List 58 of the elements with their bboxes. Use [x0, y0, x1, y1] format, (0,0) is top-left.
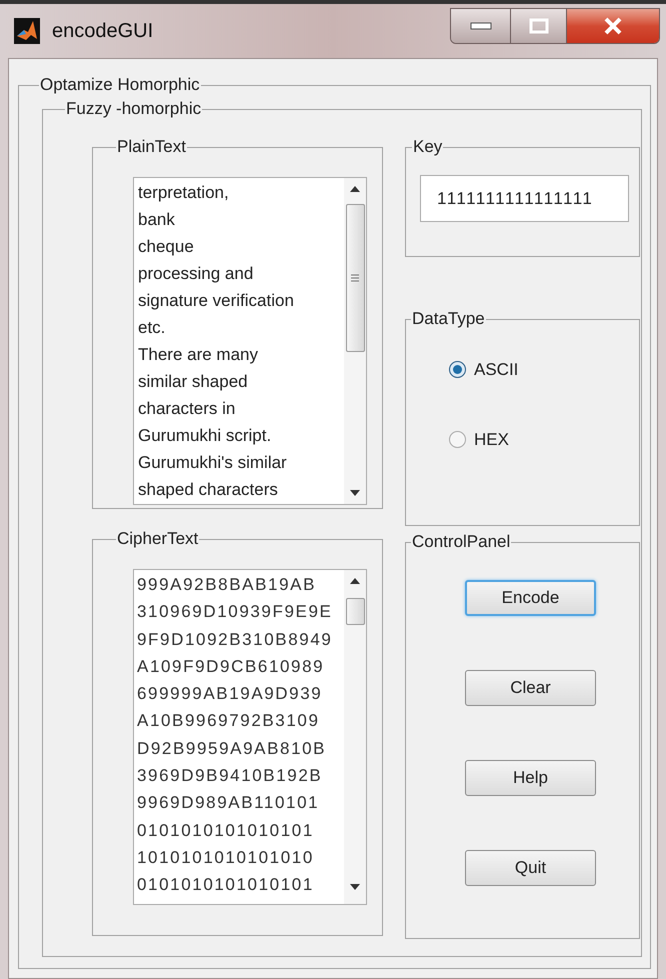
key-input[interactable]: 1111111111111111: [420, 175, 629, 222]
panel-title: PlainText: [116, 137, 187, 157]
list-line: 3969D9B9410B192B: [137, 765, 324, 788]
list-line: Gurumukhi's similar: [138, 452, 288, 474]
list-line: similar shaped: [138, 371, 249, 393]
list-line: terpretation,: [138, 182, 230, 204]
radio-label: ASCII: [474, 359, 518, 381]
list-line: 1010101010101010: [137, 846, 315, 869]
ciphertext-listbox[interactable]: [133, 569, 367, 905]
action-button[interactable]: Help: [465, 760, 596, 796]
scrollbar[interactable]: [344, 570, 366, 904]
radio-label: HEX: [474, 428, 509, 450]
close-button[interactable]: [567, 9, 659, 43]
list-line: characters in: [138, 398, 236, 420]
action-button[interactable]: Clear: [465, 670, 596, 706]
list-line: A109F9D9CB610989: [137, 656, 326, 678]
scroll-up-icon: [350, 186, 360, 192]
list-line: cheque: [138, 236, 195, 258]
action-button[interactable]: Encode: [465, 580, 596, 616]
panel-title: Key: [412, 137, 444, 157]
list-line: There are many: [138, 344, 259, 366]
list-line: 9969D989AB110101: [137, 792, 320, 814]
scrollbar-thumb[interactable]: [346, 204, 364, 352]
list-line: 999A92B8BAB19AB: [137, 574, 318, 596]
list-line: D92B9959A9AB810B: [137, 738, 328, 760]
scrollbar-thumb[interactable]: [346, 598, 364, 625]
list-line: 699999AB19A9D939: [137, 683, 324, 706]
scroll-up-icon: [350, 578, 360, 584]
scrollbar[interactable]: [344, 178, 366, 504]
list-line: etc.: [138, 317, 166, 339]
panel-title: CipherText: [116, 529, 200, 549]
panel-title: Optamize Homorphic: [39, 75, 201, 95]
panel-title: ControlPanel: [411, 532, 512, 552]
list-line: A10B9969792B3109: [137, 710, 321, 732]
scroll-down-icon: [350, 884, 360, 890]
panel-title: DataType: [411, 309, 486, 329]
close-icon: [603, 17, 623, 35]
panel-title: Fuzzy -homorphic: [65, 99, 202, 119]
radio-button[interactable]: [449, 361, 466, 378]
grip-icon: [351, 274, 359, 282]
list-line: shaped characters: [138, 479, 279, 501]
plaintext-listbox[interactable]: terpretation, bank cheque processing and signature verification etc. There are many similar shaped characters in Gurumukhi script. Gurumukhi's similar shaped characters: [133, 177, 367, 505]
minimize-button[interactable]: [451, 9, 511, 43]
scroll-down-icon: [350, 490, 360, 496]
window-title: encodeGUI: [52, 19, 154, 44]
minimize-icon: [470, 22, 492, 30]
list-line: 310969D10939F9E9E: [137, 601, 334, 624]
action-button[interactable]: Quit: [465, 850, 596, 886]
maximize-icon: [528, 18, 548, 34]
list-line: 0101010101010101: [137, 820, 315, 842]
radio-button[interactable]: [449, 430, 466, 448]
list-line: bank: [138, 209, 176, 231]
app-logo-icon: [14, 18, 40, 44]
list-line: processing and: [138, 263, 254, 285]
list-line: 9F9D1092B310B8949: [137, 628, 334, 651]
list-line: Gurumukhi script.: [138, 425, 272, 447]
list-line: signature verification: [138, 290, 295, 312]
list-line: 0101010101010101: [137, 874, 315, 896]
